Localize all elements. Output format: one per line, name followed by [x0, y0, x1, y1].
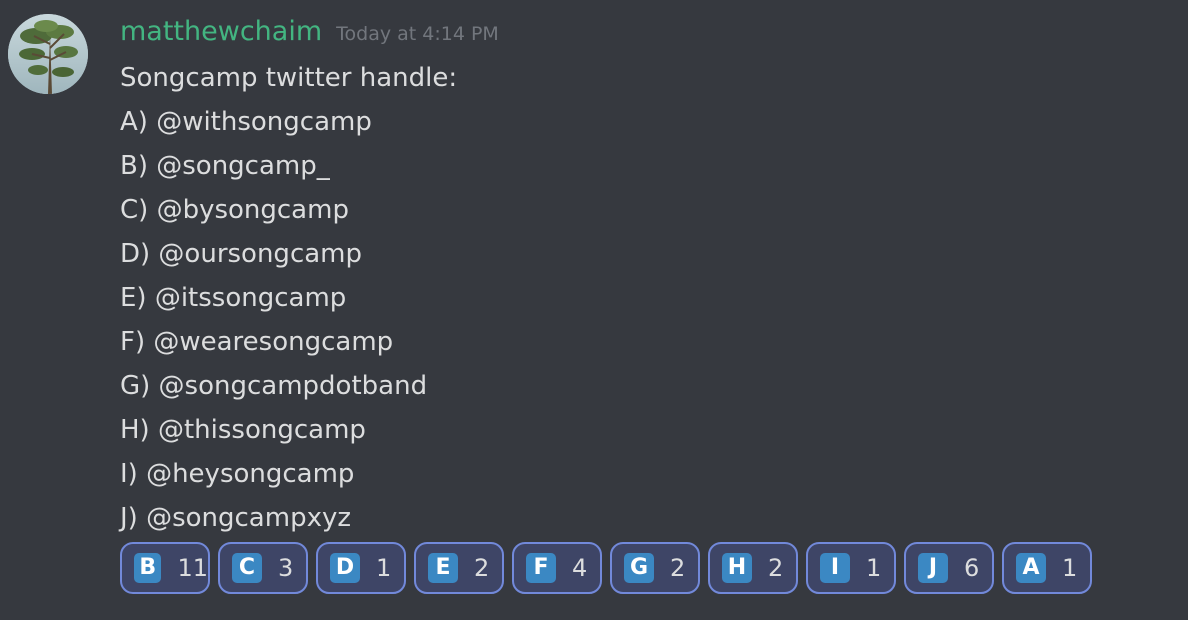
message-line: F) @wearesongcamp [120, 327, 394, 357]
message-line: E) @itssongcamp [120, 283, 347, 313]
message-line: H) @thissongcamp [120, 415, 366, 445]
regional-indicator-h-icon: H [722, 553, 752, 583]
chat-message: matthewchaim Today at 4:14 PM Songcamp t… [0, 0, 1188, 620]
reaction-count: 3 [278, 554, 294, 582]
reaction-count: 2 [768, 554, 784, 582]
regional-indicator-f-icon: F [526, 553, 556, 583]
reaction-count: 1 [1062, 554, 1078, 582]
reaction-d-button[interactable]: D 1 [316, 542, 406, 594]
reaction-e-button[interactable]: E 2 [414, 542, 504, 594]
reaction-c-button[interactable]: C 3 [218, 542, 308, 594]
regional-indicator-i-icon: I [820, 553, 850, 583]
user-avatar[interactable] [8, 14, 88, 94]
message-line: A) @withsongcamp [120, 107, 372, 137]
reaction-i-button[interactable]: I 1 [806, 542, 896, 594]
message-line: I) @heysongcamp [120, 459, 355, 489]
regional-indicator-a-icon: A [1016, 553, 1046, 583]
reaction-count: 4 [572, 554, 588, 582]
reaction-count: 2 [474, 554, 490, 582]
regional-indicator-d-icon: D [330, 553, 360, 583]
message-line: D) @oursongcamp [120, 239, 362, 269]
message-content: Songcamp twitter handle: A) @withsongcam… [120, 56, 457, 540]
reaction-count: 11 [177, 554, 208, 582]
tree-avatar-icon [8, 14, 88, 94]
regional-indicator-c-icon: C [232, 553, 262, 583]
message-line: Songcamp twitter handle: [120, 63, 458, 93]
regional-indicator-j-icon: J [918, 553, 948, 583]
message-timestamp[interactable]: Today at 4:14 PM [336, 14, 499, 54]
reaction-f-button[interactable]: F 4 [512, 542, 602, 594]
reaction-a-button[interactable]: A 1 [1002, 542, 1092, 594]
regional-indicator-g-icon: G [624, 553, 654, 583]
message-line: B) @songcamp_ [120, 151, 330, 181]
reaction-g-button[interactable]: G 2 [610, 542, 700, 594]
reaction-h-button[interactable]: H 2 [708, 542, 798, 594]
message-line: J) @songcampxyz [120, 503, 351, 533]
reaction-count: 6 [964, 554, 980, 582]
regional-indicator-b-icon: B [134, 553, 162, 583]
message-line: C) @bysongcamp [120, 195, 349, 225]
reaction-b-button[interactable]: B 11 [120, 542, 210, 594]
reaction-j-button[interactable]: J 6 [904, 542, 994, 594]
message-line: G) @songcampdotband [120, 371, 428, 401]
reaction-count: 2 [670, 554, 686, 582]
reaction-count: 1 [866, 554, 882, 582]
author-name[interactable]: matthewchaim [120, 12, 322, 52]
regional-indicator-e-icon: E [428, 553, 458, 583]
message-header: matthewchaim Today at 4:14 PM [120, 12, 499, 52]
reaction-bar: B 11 C 3 D 1 E 2 F 4 G 2 H 2 I 1 J 6 A 1 [120, 542, 1092, 594]
reaction-count: 1 [376, 554, 392, 582]
